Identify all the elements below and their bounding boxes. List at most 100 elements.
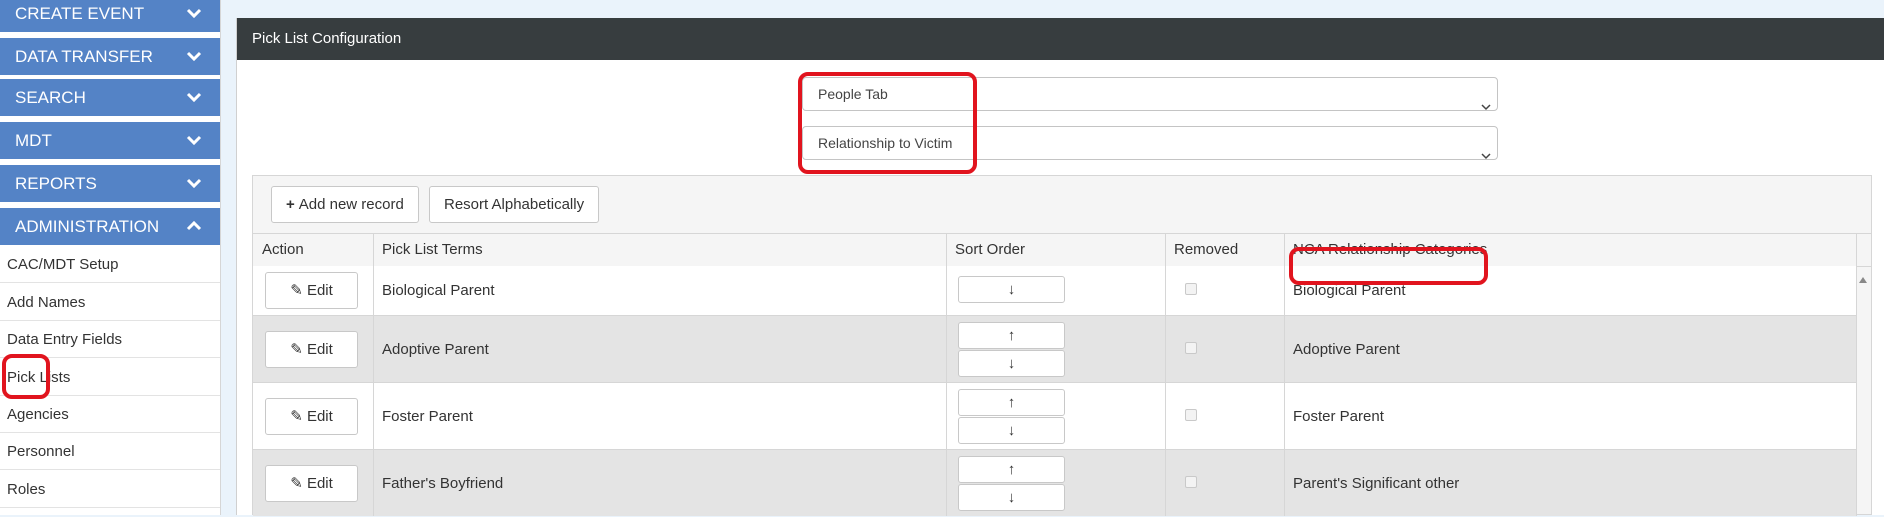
nav-label: ADMINISTRATION	[15, 217, 160, 236]
nav-create-event[interactable]: CREATE EVENT	[0, 0, 220, 32]
edit-button[interactable]: ✎ Edit	[265, 465, 358, 502]
column-header-removed: Removed	[1174, 241, 1239, 258]
add-record-button[interactable]: + Add new record	[271, 186, 419, 223]
table-row: ✎ Edit Father's Boyfriend ↑ ↓ Parent's S…	[253, 450, 1856, 516]
resort-button[interactable]: Resort Alphabetically	[429, 186, 600, 223]
column-header-action: Action	[262, 241, 304, 258]
pick-list-panel: Pick List Configuration Select a Categor…	[236, 18, 1884, 516]
table-header: Action Pick List Terms Sort Order Remove…	[253, 233, 1871, 267]
column-header-sort-order: Sort Order	[955, 241, 1026, 258]
nav-label: DATA TRANSFER	[15, 47, 153, 66]
sidebar-item-label: Personnel	[7, 443, 75, 460]
edit-label: Edit	[306, 341, 333, 358]
table-row: ✎ Edit Adoptive Parent ↑ ↓ Adoptive Pare…	[253, 316, 1856, 383]
scrollbar-divider	[1856, 233, 1857, 516]
table-row: ✎ Edit Biological Parent ↓ Biological Pa…	[253, 266, 1856, 316]
category-cell: Adoptive Parent	[1293, 341, 1400, 358]
resort-label: Resort Alphabetically	[444, 196, 585, 213]
chevron-down-icon	[186, 0, 202, 32]
chevron-down-icon	[186, 79, 202, 116]
arrow-down-icon: ↓	[1007, 489, 1016, 506]
category-select-value: People Tab	[818, 86, 888, 102]
removed-cell	[1165, 316, 1284, 383]
sidebar-item-label: Roles	[7, 481, 46, 498]
sidebar-item-data-entry-fields[interactable]: Data Entry Fields	[0, 321, 220, 358]
column-divider	[373, 233, 374, 516]
move-down-button[interactable]: ↓	[958, 350, 1065, 377]
sort-cell: ↓	[946, 266, 1165, 316]
caret-down-icon	[1481, 139, 1491, 171]
sidebar-item-cac-mdt-setup[interactable]: CAC/MDT Setup	[0, 246, 220, 283]
nav-label: REPORTS	[15, 174, 97, 193]
sidebar-item-label: Add Names	[7, 294, 86, 311]
arrow-up-icon: ↑	[1007, 394, 1016, 411]
nav-label: MDT	[15, 131, 52, 150]
term-cell: Foster Parent	[382, 408, 473, 425]
edit-button[interactable]: ✎ Edit	[265, 331, 358, 368]
arrow-down-icon: ↓	[1007, 422, 1016, 439]
removed-cell	[1165, 266, 1284, 316]
nav-mdt[interactable]: MDT	[0, 122, 220, 159]
sidebar-item-personnel[interactable]: Personnel	[0, 433, 220, 470]
move-down-button[interactable]: ↓	[958, 417, 1065, 444]
sidebar-item-pick-lists[interactable]: Pick Lists	[0, 359, 220, 396]
move-down-button[interactable]: ↓	[958, 276, 1065, 303]
removed-checkbox[interactable]	[1185, 342, 1197, 354]
nav-label: SEARCH	[15, 88, 86, 107]
arrow-down-icon: ↓	[1007, 355, 1016, 372]
nav-reports[interactable]: REPORTS	[0, 165, 220, 202]
removed-checkbox[interactable]	[1185, 409, 1197, 421]
picklist-select[interactable]: Relationship to Victim	[802, 126, 1498, 160]
scroll-up-arrow-icon[interactable]	[1858, 271, 1868, 288]
chevron-down-icon	[186, 122, 202, 159]
sidebar: CREATE EVENT DATA TRANSFER SEARCH MDT RE…	[0, 0, 221, 515]
caret-down-icon	[1481, 90, 1491, 122]
sidebar-item-roles[interactable]: Roles	[0, 471, 220, 508]
arrow-up-icon: ↑	[1007, 461, 1016, 478]
pencil-icon: ✎	[290, 475, 303, 492]
pencil-icon: ✎	[290, 341, 303, 358]
sidebar-item-agencies[interactable]: Agencies	[0, 396, 220, 433]
move-up-button[interactable]: ↑	[958, 456, 1065, 483]
plus-icon: +	[286, 196, 295, 213]
move-down-button[interactable]: ↓	[958, 484, 1065, 511]
term-cell: Biological Parent	[382, 282, 495, 299]
removed-cell	[1165, 450, 1284, 516]
removed-checkbox[interactable]	[1185, 476, 1197, 488]
edit-label: Edit	[306, 475, 333, 492]
pick-list-grid: + Add new record Resort Alphabetically Ac…	[252, 175, 1872, 516]
edit-button[interactable]: ✎ Edit	[265, 272, 358, 309]
category-select[interactable]: People Tab	[802, 77, 1498, 111]
move-up-button[interactable]: ↑	[958, 322, 1065, 349]
sidebar-item-label: Data Entry Fields	[7, 331, 123, 348]
nav-label: CREATE EVENT	[15, 4, 145, 23]
sidebar-item-label: Pick Lists	[7, 369, 71, 386]
edit-button[interactable]: ✎ Edit	[265, 398, 358, 435]
column-divider	[946, 233, 947, 516]
sidebar-item-label: Agencies	[7, 406, 69, 423]
category-cell: Parent's Significant other	[1293, 475, 1460, 492]
chevron-down-icon	[186, 38, 202, 75]
picklist-select-value: Relationship to Victim	[818, 135, 953, 151]
sort-cell: ↑ ↓	[946, 316, 1165, 383]
edit-label: Edit	[306, 408, 333, 425]
chevron-down-icon	[186, 165, 202, 202]
removed-checkbox[interactable]	[1185, 283, 1197, 295]
nav-data-transfer[interactable]: DATA TRANSFER	[0, 38, 220, 75]
move-up-button[interactable]: ↑	[958, 389, 1065, 416]
category-cell: Foster Parent	[1293, 408, 1384, 425]
pencil-icon: ✎	[290, 408, 303, 425]
sidebar-item-add-names[interactable]: Add Names	[0, 284, 220, 321]
column-divider	[1165, 233, 1166, 516]
table-row: ✎ Edit Foster Parent ↑ ↓ Foster Parent	[253, 383, 1856, 450]
term-cell: Adoptive Parent	[382, 341, 489, 358]
category-cell: Biological Parent	[1293, 282, 1406, 299]
column-header-nca-categories: NCA Relationship Categories	[1293, 241, 1488, 258]
nav-administration[interactable]: ADMINISTRATION	[0, 208, 220, 245]
arrow-up-icon: ↑	[1007, 327, 1016, 344]
nav-search[interactable]: SEARCH	[0, 79, 220, 116]
pencil-icon: ✎	[290, 282, 303, 299]
add-record-label: Add new record	[298, 196, 404, 213]
sort-cell: ↑ ↓	[946, 383, 1165, 450]
edit-label: Edit	[306, 282, 333, 299]
